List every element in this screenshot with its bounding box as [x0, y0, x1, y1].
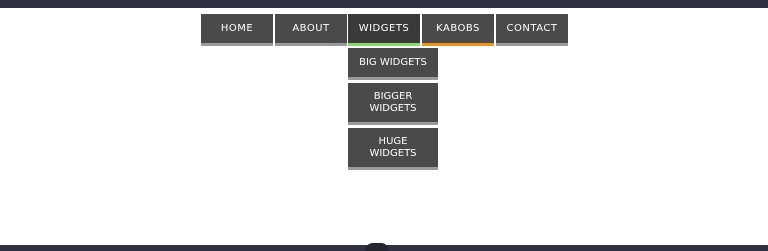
- nav-item-contact[interactable]: CONTACT: [496, 14, 568, 46]
- top-frame-bar: [0, 0, 768, 8]
- dropdown-item-bigger-widgets[interactable]: BIGGER WIDGETS: [348, 83, 438, 125]
- dropdown-item-label: HUGE WIDGETS: [369, 135, 417, 159]
- nav-item-kabobs[interactable]: KABOBS: [422, 14, 494, 46]
- nav-item-about[interactable]: ABOUT: [275, 14, 347, 46]
- dropdown-item-big-widgets[interactable]: BIG WIDGETS: [348, 48, 438, 80]
- dropdown-item-huge-widgets[interactable]: HUGE WIDGETS: [348, 128, 438, 170]
- bottom-handle-notch: [365, 243, 389, 251]
- main-nav: HOME ABOUT WIDGETS KABOBS CONTACT: [201, 14, 568, 46]
- nav-item-home[interactable]: HOME: [201, 14, 273, 46]
- dropdown-item-label: BIGGER WIDGETS: [369, 90, 417, 114]
- bottom-frame-bar: [0, 243, 768, 251]
- nav-item-widgets[interactable]: WIDGETS: [348, 14, 420, 46]
- dropdown-item-label: BIG WIDGETS: [359, 56, 427, 68]
